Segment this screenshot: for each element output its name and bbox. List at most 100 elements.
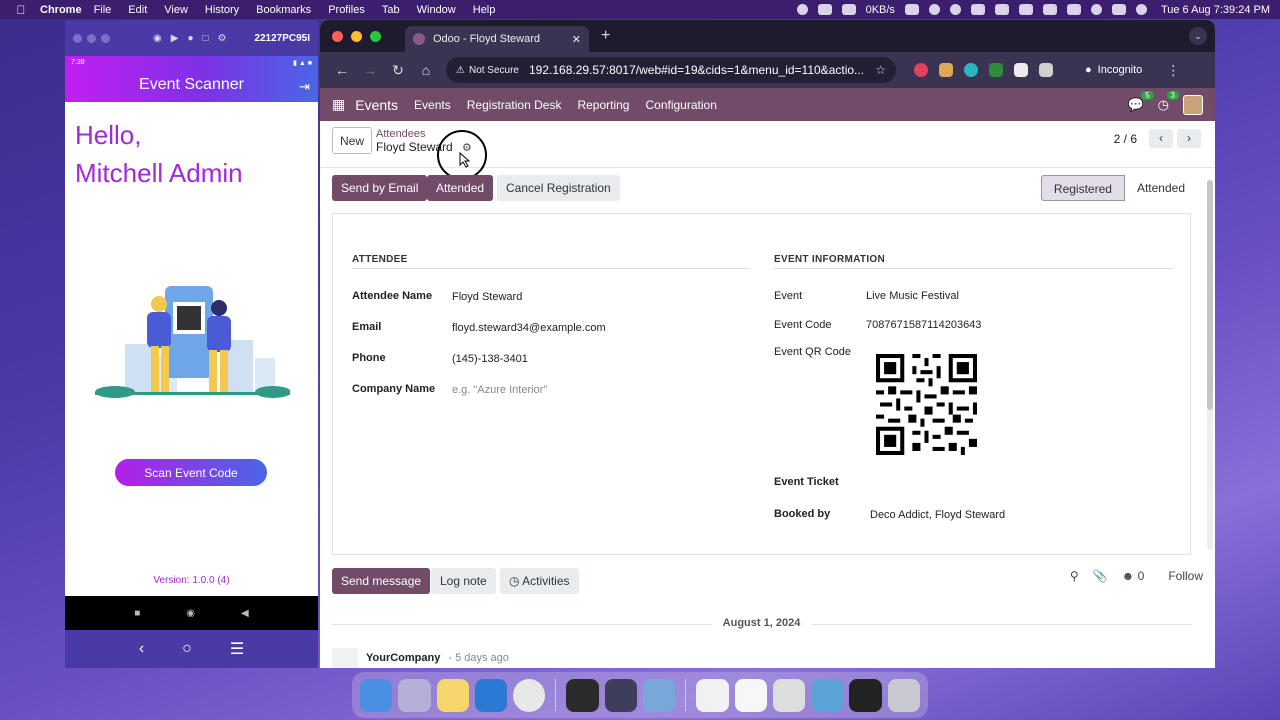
extensions-puzzle-icon[interactable] (1039, 63, 1053, 77)
tab-close-icon[interactable]: ✕ (572, 33, 581, 46)
scan-event-code-button[interactable]: Scan Event Code (115, 459, 267, 486)
emulator-menu-icon[interactable]: ☰ (230, 639, 244, 659)
android-back-icon[interactable]: ◀ (241, 608, 249, 619)
menu-help[interactable]: Help (473, 4, 496, 16)
recent-window-3-icon[interactable] (811, 678, 844, 712)
recent-window-4-icon[interactable] (849, 678, 882, 712)
chrome-menu-icon[interactable]: ⋮ (1166, 62, 1180, 79)
stage-attended[interactable]: Attended (1125, 175, 1197, 201)
focus-icon[interactable] (928, 4, 940, 15)
finder-icon[interactable] (360, 678, 393, 712)
bookmark-star-icon[interactable]: ☆ (875, 63, 886, 77)
window-zoom-icon[interactable] (370, 30, 381, 42)
menu-file[interactable]: File (94, 4, 112, 16)
trash-icon[interactable] (887, 678, 920, 712)
field-email[interactable]: floyd.steward34@example.com (452, 322, 606, 334)
menu-window[interactable]: Window (417, 4, 456, 16)
volume-icon[interactable] (970, 4, 985, 15)
follow-button[interactable]: Follow (1168, 569, 1203, 583)
window-close-icon[interactable] (332, 30, 343, 42)
messages-icon[interactable]: 💬 5 (1127, 90, 1154, 113)
new-button[interactable]: New (332, 127, 372, 154)
menu-app-name[interactable]: Chrome (40, 4, 82, 16)
security-indicator[interactable]: ⚠ Not Secure (456, 65, 519, 76)
menu-history[interactable]: History (205, 4, 239, 16)
back-icon[interactable]: ← (328, 62, 356, 78)
attended-button[interactable]: Attended (427, 175, 494, 201)
spotlight-search-icon[interactable] (1090, 4, 1102, 15)
extension-icon-2[interactable] (939, 63, 953, 77)
field-event-code[interactable]: 7087671587114203643 (866, 319, 981, 331)
window-minimize-icon[interactable] (351, 30, 362, 42)
wing-icon[interactable] (904, 4, 919, 15)
menu-edit[interactable]: Edit (128, 4, 147, 16)
emulator-app-icon[interactable] (604, 678, 637, 712)
stage-registered[interactable]: Registered (1040, 175, 1125, 201)
activities-clock-icon[interactable]: ◷ 3 (1158, 90, 1179, 113)
keyboard-input-icon[interactable] (1066, 4, 1081, 15)
browser-tab-odoo[interactable]: Odoo - Floyd Steward ✕ (405, 26, 589, 52)
page-scrollbar-thumb[interactable] (1207, 180, 1213, 410)
logout-icon[interactable]: ⇥ (299, 79, 310, 95)
emulator-back-icon[interactable]: ‹ (139, 640, 144, 658)
control-center-icon[interactable] (1111, 4, 1126, 15)
video-icon[interactable]: ▶ (171, 33, 179, 44)
android-home-icon[interactable]: ◉ (186, 608, 195, 619)
cancel-registration-button[interactable]: Cancel Registration (497, 175, 620, 201)
reload-icon[interactable]: ↻ (384, 62, 412, 79)
field-event[interactable]: Live Music Festival (866, 290, 959, 302)
quicktime-icon[interactable] (642, 678, 676, 712)
bird-icon[interactable] (841, 4, 856, 15)
bluetooth-icon[interactable] (994, 4, 1009, 15)
recent-window-1-icon[interactable] (696, 678, 729, 712)
pager-next-icon[interactable]: › (1177, 129, 1201, 148)
followers-button[interactable]: ☻ 0 (1122, 569, 1145, 583)
menu-view[interactable]: View (164, 4, 188, 16)
log-note-button[interactable]: Log note (431, 568, 496, 594)
nav-configuration[interactable]: Configuration (645, 98, 716, 112)
field-company-name[interactable]: e.g. "Azure Interior" (452, 384, 547, 396)
message-author[interactable]: YourCompany (366, 652, 440, 664)
menubar-clock[interactable]: Tue 6 Aug 7:39:24 PM (1161, 4, 1270, 16)
menu-profiles[interactable]: Profiles (328, 4, 365, 16)
camera-icon[interactable]: ◉ (153, 33, 162, 44)
attachment-paperclip-icon[interactable]: 📎 (1093, 569, 1108, 583)
tab-search-icon[interactable]: ⌄ (1189, 27, 1207, 45)
menu-tab[interactable]: Tab (382, 4, 400, 16)
notes-icon[interactable] (436, 678, 469, 712)
url-text[interactable]: 192.168.29.57:8017/web#id=19&cids=1&menu… (529, 63, 867, 77)
chrome-icon[interactable] (513, 678, 546, 712)
chatter-search-icon[interactable]: ⚲ (1070, 569, 1079, 583)
airdrop-icon[interactable] (949, 4, 961, 15)
apps-grid-icon[interactable]: ▦ (332, 96, 345, 113)
forward-icon[interactable]: → (356, 62, 384, 78)
pager-previous-icon[interactable]: ‹ (1149, 129, 1173, 148)
extension-icon-5[interactable] (1014, 63, 1028, 77)
settings-icon[interactable]: ⚙ (218, 33, 227, 44)
battery-icon[interactable] (1018, 4, 1033, 15)
nav-registration-desk[interactable]: Registration Desk (467, 98, 562, 112)
emulator-home-icon[interactable]: ○ (182, 640, 192, 658)
siri-icon[interactable] (1135, 4, 1147, 15)
screenshot-icon[interactable] (817, 4, 832, 15)
send-message-button[interactable]: Send message (332, 568, 431, 594)
new-tab-icon[interactable]: + (601, 27, 610, 45)
pager-value[interactable]: 2 / 6 (1114, 132, 1137, 146)
recent-window-2-icon[interactable] (734, 678, 767, 712)
user-avatar[interactable] (1183, 94, 1203, 115)
emulator-close-icon[interactable] (73, 33, 82, 43)
extension-icon-3[interactable] (964, 63, 978, 77)
incognito-indicator[interactable]: ● Incognito (1075, 57, 1152, 83)
nav-events[interactable]: Events (414, 98, 451, 112)
send-by-email-button[interactable]: Send by Email (332, 175, 428, 201)
launchpad-icon[interactable] (398, 678, 431, 712)
menu-bookmarks[interactable]: Bookmarks (256, 4, 311, 16)
terminal-icon[interactable] (566, 678, 599, 712)
colorpicker-extension-icon[interactable] (914, 63, 928, 77)
emulator-zoom-icon[interactable] (101, 33, 110, 43)
vscode-icon[interactable] (474, 678, 508, 712)
activities-button[interactable]: ◷ Activities (500, 568, 579, 594)
mic-icon[interactable]: ● (187, 33, 193, 44)
android-recents-icon[interactable]: ■ (134, 608, 140, 619)
record-icon[interactable] (796, 4, 808, 15)
